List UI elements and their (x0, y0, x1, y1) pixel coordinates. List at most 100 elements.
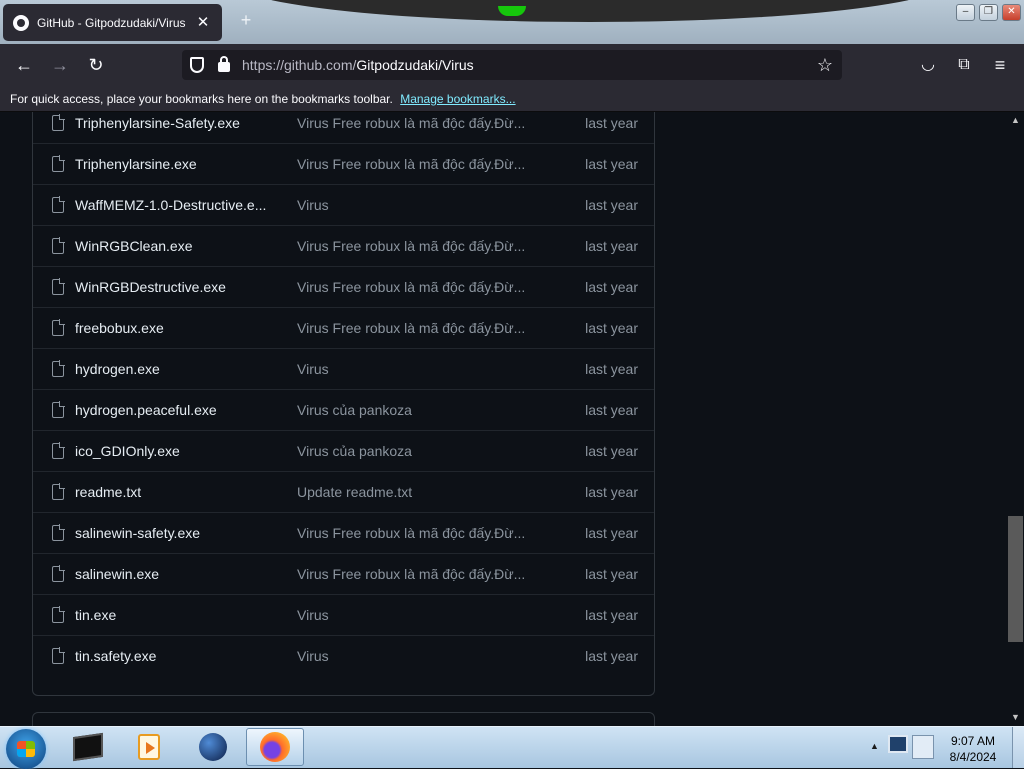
url-text[interactable]: https://github.com/Gitpodzudaki/Virus (242, 57, 812, 73)
commit-message-link[interactable]: Virus Free robux là mã độc đấy.Đừ... (297, 525, 547, 541)
commit-message-link[interactable]: Update readme.txt (297, 484, 547, 500)
file-row[interactable]: WaffMEMZ-1.0-Destructive.e... Virus last y… (33, 184, 654, 225)
url-host: https://github.com/ (242, 57, 357, 73)
file-name-link[interactable]: tin.safety.exe (75, 648, 271, 664)
address-bar[interactable]: https://github.com/Gitpodzudaki/Virus ☆ (182, 50, 842, 80)
file-row[interactable]: Triphenylarsine.exe Virus Free robux là m… (33, 143, 654, 184)
file-name-link[interactable]: WaffMEMZ-1.0-Destructive.e... (75, 197, 271, 213)
file-icon (52, 196, 65, 213)
commit-message-link[interactable]: Virus Free robux là mã độc đấy.Đừ... (297, 320, 547, 336)
commit-message-link[interactable]: Virus (297, 197, 547, 213)
file-list: Triphenylarsine-Safety.exe Virus Free rob… (32, 112, 655, 696)
reload-button[interactable]: ↻ (83, 52, 109, 78)
back-button[interactable]: ← (11, 52, 37, 78)
commit-message-link[interactable]: Virus Free robux là mã độc đấy.Đừ... (297, 238, 547, 254)
file-name-link[interactable]: freebobux.exe (75, 320, 271, 336)
file-row[interactable]: ico_GDIOnly.exe Virus của pankoza last yea… (33, 430, 654, 471)
page-scrollbar[interactable]: ▲ ▼ (1007, 112, 1024, 726)
file-name-link[interactable]: readme.txt (75, 484, 271, 500)
commit-date: last year (585, 525, 638, 541)
app-menu-button[interactable]: ≡ (987, 52, 1013, 78)
commit-message-link[interactable]: Virus (297, 361, 547, 377)
file-icon (52, 278, 65, 295)
bookmarks-toolbar: For quick access, place your bookmarks h… (0, 86, 1024, 112)
navigation-toolbar: ← → ↻ https://github.com/Gitpodzudaki/Vi… (0, 44, 1024, 86)
file-name-link[interactable]: ico_GDIOnly.exe (75, 443, 271, 459)
shield-icon[interactable] (190, 57, 204, 73)
window-decoration (230, 0, 950, 22)
pocket-button[interactable]: ◡ (915, 52, 941, 78)
commit-date: last year (585, 156, 638, 172)
file-icon (52, 237, 65, 254)
file-row[interactable]: hydrogen.peaceful.exe Virus của pankoza la… (33, 389, 654, 430)
maximize-button[interactable]: ❐ (979, 4, 998, 21)
file-name-link[interactable]: tin.exe (75, 607, 271, 623)
show-desktop-button[interactable] (1012, 727, 1024, 768)
file-name-link[interactable]: WinRGBDestructive.exe (75, 279, 271, 295)
file-name-link[interactable]: WinRGBClean.exe (75, 238, 271, 254)
commit-date: last year (585, 648, 638, 664)
show-hidden-icons-button[interactable]: ▲ (870, 741, 879, 751)
file-row[interactable]: Triphenylarsine-Safety.exe Virus Free rob… (33, 112, 654, 143)
network-icon[interactable] (888, 735, 908, 753)
manage-bookmarks-link[interactable]: Manage bookmarks... (400, 92, 515, 106)
clock[interactable]: 9:07 AM 8/4/2024 (942, 733, 1004, 765)
volume-icon[interactable] (912, 735, 934, 759)
clock-time: 9:07 AM (950, 734, 996, 748)
commit-message-link[interactable]: Virus Free robux là mã độc đấy.Đừ... (297, 156, 547, 172)
tab-title: GitHub - Gitpodzudaki/Virus (37, 15, 186, 30)
browser-tab-active[interactable]: GitHub - Gitpodzudaki/Virus ✕ (3, 4, 222, 41)
commit-message-link[interactable]: Virus của pankoza (297, 402, 547, 418)
commit-date: last year (585, 484, 638, 500)
file-icon (52, 606, 65, 623)
star-icon[interactable]: ☆ (812, 55, 838, 76)
commit-date: last year (585, 607, 638, 623)
taskbar-app-globe[interactable] (185, 728, 241, 766)
file-name-link[interactable]: hydrogen.exe (75, 361, 271, 377)
file-row[interactable]: hydrogen.exe Virus last year (33, 348, 654, 389)
commit-message-link[interactable]: Virus Free robux là mã độc đấy.Đừ... (297, 115, 547, 131)
tab-close-button[interactable]: ✕ (194, 14, 212, 32)
file-name-link[interactable]: Triphenylarsine.exe (75, 156, 271, 172)
arrow-left-icon: ← (15, 55, 33, 75)
commit-message-link[interactable]: Virus của pankoza (297, 443, 547, 459)
lock-icon[interactable] (218, 56, 230, 72)
file-name-link[interactable]: salinewin.exe (75, 566, 271, 582)
commit-message-link[interactable]: Virus (297, 607, 547, 623)
file-icon (52, 114, 65, 131)
file-row[interactable]: tin.safety.exe Virus last year (33, 635, 654, 676)
forward-button[interactable]: → (47, 52, 73, 78)
taskbar-app-firefox[interactable] (246, 728, 304, 766)
commit-date: last year (585, 566, 638, 582)
minimize-button[interactable]: – (956, 4, 975, 21)
file-row[interactable]: readme.txt Update readme.txt last year (33, 471, 654, 512)
new-tab-button[interactable]: + (236, 10, 256, 30)
start-button[interactable] (6, 729, 46, 769)
file-name-link[interactable]: Triphenylarsine-Safety.exe (75, 115, 271, 131)
file-name-link[interactable]: salinewin-safety.exe (75, 525, 271, 541)
file-name-link[interactable]: hydrogen.peaceful.exe (75, 402, 271, 418)
file-icon (52, 565, 65, 582)
file-row[interactable]: salinewin.exe Virus Free robux là mã độc … (33, 553, 654, 594)
file-row[interactable]: salinewin-safety.exe Virus Free robux là … (33, 512, 654, 553)
file-icon (52, 442, 65, 459)
extensions-button[interactable]: ⧉ (951, 52, 977, 78)
taskbar-app-media-player[interactable] (121, 728, 177, 766)
file-row[interactable]: freebobux.exe Virus Free robux là mã độc … (33, 307, 654, 348)
scroll-thumb[interactable] (1008, 516, 1023, 642)
media-player-icon (138, 734, 160, 760)
reload-icon: ↻ (88, 55, 104, 75)
commit-message-link[interactable]: Virus (297, 648, 547, 664)
file-row[interactable]: WinRGBDestructive.exe Virus Free robux là… (33, 266, 654, 307)
firefox-icon (260, 732, 290, 762)
commit-message-link[interactable]: Virus Free robux là mã độc đấy.Đừ... (297, 566, 547, 582)
hamburger-menu-icon: ≡ (994, 55, 1006, 75)
commit-message-link[interactable]: Virus Free robux là mã độc đấy.Đừ... (297, 279, 547, 295)
file-row[interactable]: WinRGBClean.exe Virus Free robux là mã độ… (33, 225, 654, 266)
scroll-up-arrow[interactable]: ▲ (1007, 112, 1024, 129)
taskbar-app-cmd[interactable] (60, 728, 116, 766)
file-icon (52, 483, 65, 500)
close-window-button[interactable]: ✕ (1002, 4, 1021, 21)
file-row[interactable]: tin.exe Virus last year (33, 594, 654, 635)
scroll-down-arrow[interactable]: ▼ (1007, 709, 1024, 726)
